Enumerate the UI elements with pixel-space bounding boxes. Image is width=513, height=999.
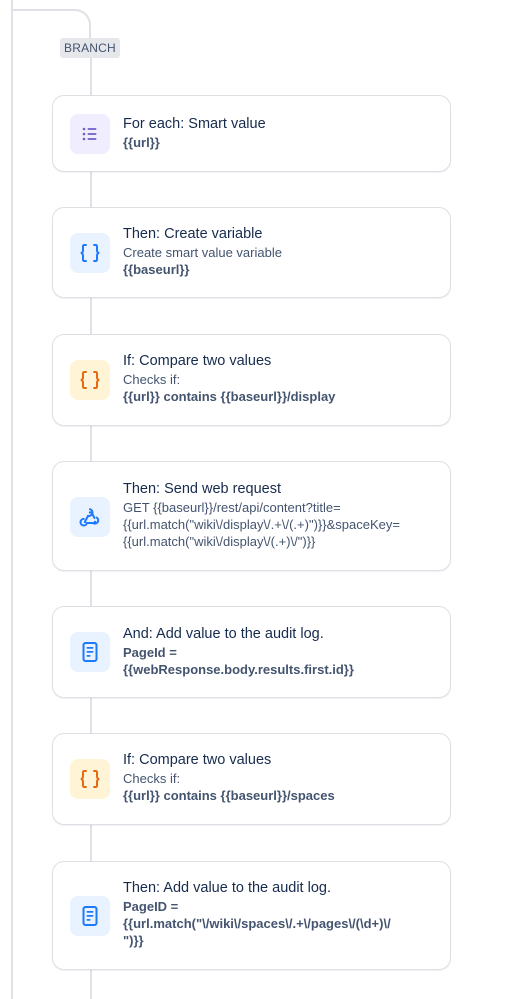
step-value: PageID = [123,899,179,914]
step-card-web-request[interactable]: Then: Send web request GET {{baseurl}}/r… [52,461,451,571]
step-value: {{baseurl}} [123,262,190,277]
step-value: {{url.match("\/wiki\/spaces\/.+\/pages\/… [123,916,391,931]
document-icon [70,632,110,672]
step-value: {{url}} contains {{baseurl}}/display [123,389,336,404]
request-line: GET {{baseurl}}/rest/api/content?title= [123,500,341,515]
step-title: If: Compare two values [123,353,272,369]
branch-connector [11,9,91,39]
step-title: If: Compare two values [123,752,272,768]
step-card-audit-log-pageid-spaces[interactable]: Then: Add value to the audit log. PageID… [52,861,451,970]
outer-flow-line [11,0,13,999]
step-value: {{webResponse.body.results.first.id}} [123,662,354,677]
curly-braces-icon [70,360,110,400]
step-title: Then: Create variable [123,226,263,242]
curly-braces-icon [70,233,110,273]
request-line: {{url.match("wiki\/display\/.+\/(.+)")}}… [123,517,400,532]
list-icon [70,114,110,154]
step-title: Then: Add value to the audit log. [123,880,331,896]
step-value: ")}} [123,933,144,948]
rule-canvas: BRANCH For each: Smart value {{url}} The… [0,0,513,999]
step-value: PageId = [123,645,177,660]
step-card-create-variable[interactable]: Then: Create variable Create smart value… [52,207,451,298]
step-value: {{url}} contains {{baseurl}}/spaces [123,788,335,803]
curly-braces-icon [70,759,110,799]
step-description: Checks if: [123,372,181,387]
step-title: For each: Smart value [123,116,266,132]
step-description: Create smart value variable [123,245,282,260]
step-title: Then: Send web request [123,481,281,497]
step-card-compare-display[interactable]: If: Compare two values Checks if: {{url}… [52,334,451,426]
document-icon [70,896,110,936]
branch-badge: BRANCH [60,38,120,58]
step-title: And: Add value to the audit log. [123,626,324,642]
request-line: {{url.match("wiki\/display\/(.+)\/")}} [123,534,316,549]
step-card-compare-spaces[interactable]: If: Compare two values Checks if: {{url}… [52,733,451,825]
step-card-for-each[interactable]: For each: Smart value {{url}} [52,95,451,172]
step-card-audit-log-pageid[interactable]: And: Add value to the audit log. PageId … [52,606,451,698]
step-value: {{url}} [123,135,160,150]
webhook-icon [70,497,110,537]
step-description: Checks if: [123,771,181,786]
